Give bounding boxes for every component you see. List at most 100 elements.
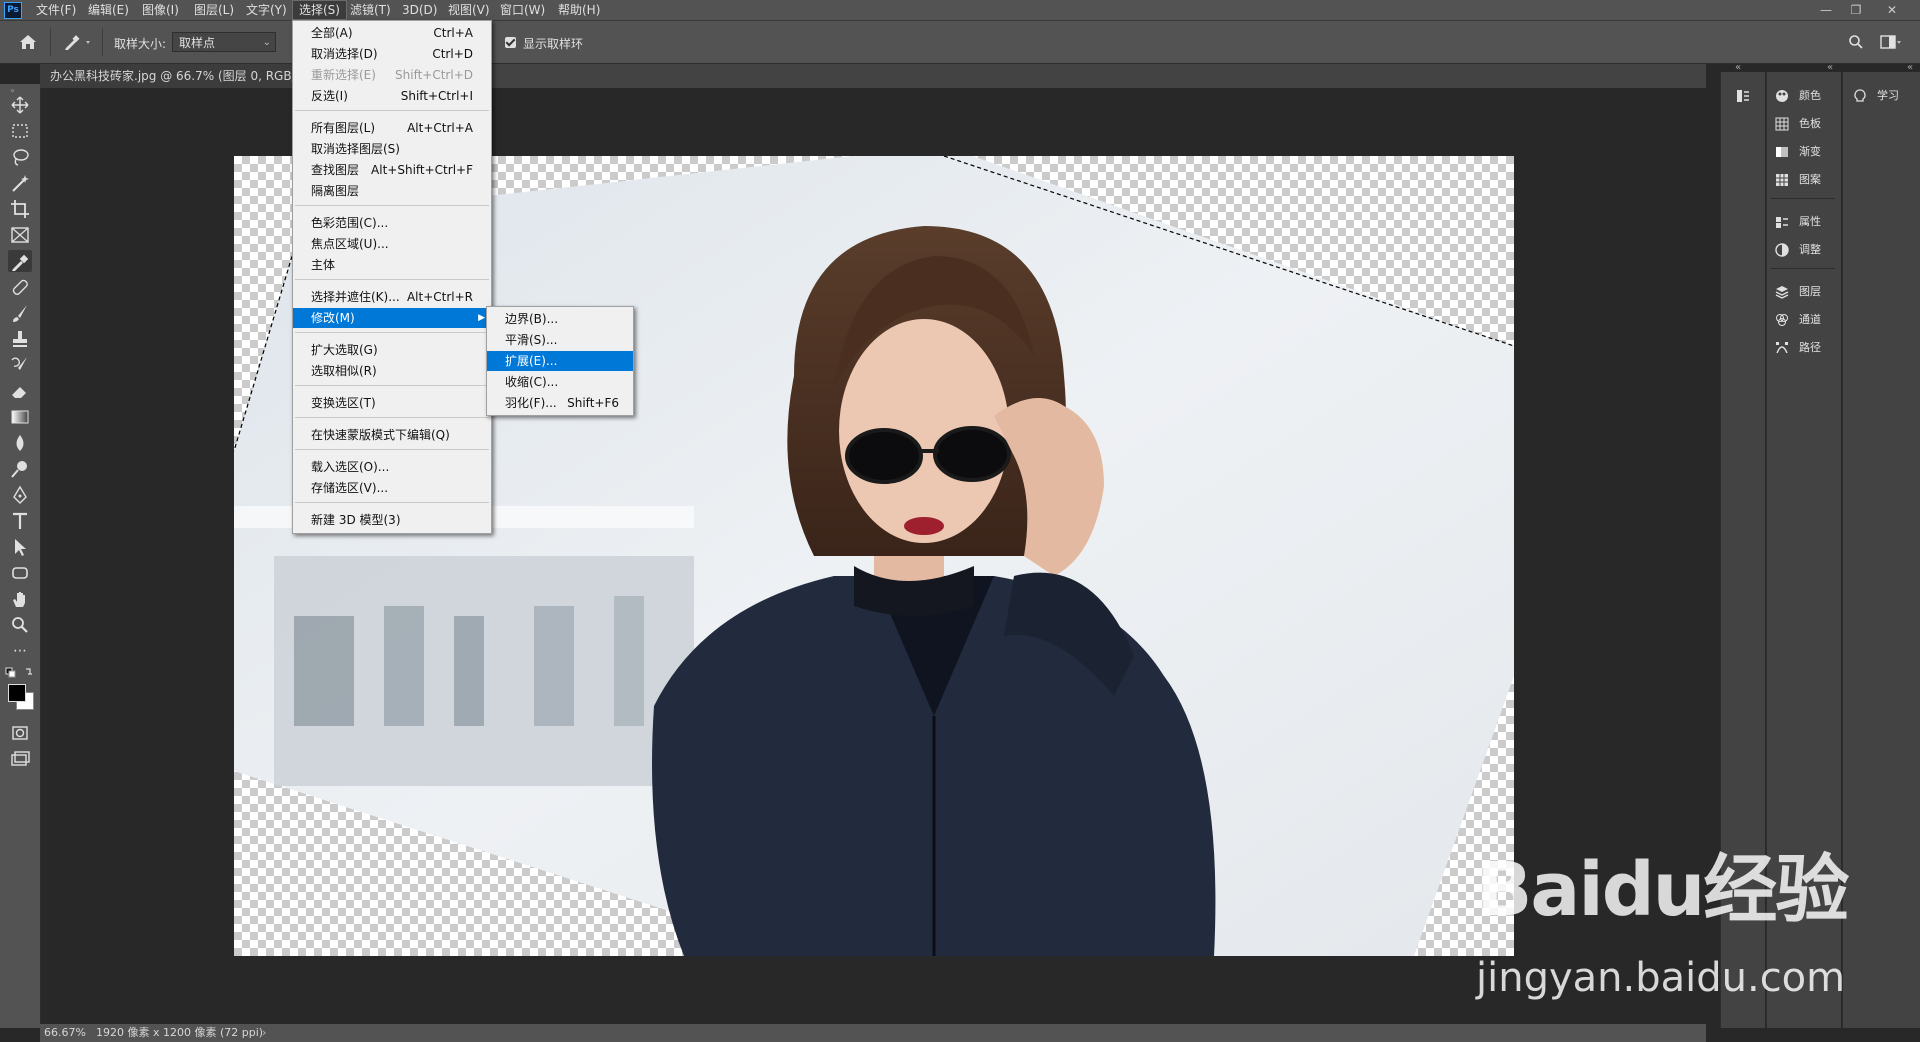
close-icon[interactable]: ✕ [1878, 0, 1906, 20]
dodge-tool-icon[interactable] [8, 458, 32, 480]
panel-learn[interactable]: 学习 [1853, 86, 1899, 106]
crop-tool-icon[interactable] [8, 198, 32, 220]
more-tools-icon[interactable]: ⋯ [8, 640, 32, 662]
sample-size-select[interactable]: 取样点 ⌄ [172, 32, 276, 52]
panel-paths[interactable]: 路径 [1775, 338, 1821, 358]
baidu-watermark-url: jingyan.baidu.com [1476, 955, 1846, 1001]
document-tab[interactable]: 办公黑科技砖家.jpg @ 66.7% (图层 0, RGB/8 [40, 64, 292, 88]
collapse-icon[interactable]: « [1907, 62, 1913, 73]
menu-edit[interactable]: 编辑(E) [82, 0, 135, 20]
menu-layer[interactable]: 图层(L) [188, 0, 240, 20]
separator [102, 28, 103, 56]
menu-item-reselect: 重新选择(E) Shift+Ctrl+D [311, 68, 473, 82]
menu-item-focus-area[interactable]: 焦点区域(U)... [293, 234, 491, 254]
menu-3d[interactable]: 3D(D) [396, 0, 443, 20]
brush-tool-icon[interactable] [8, 302, 32, 324]
panel-gradients[interactable]: 渐变 [1775, 142, 1821, 162]
layers-icon [1775, 286, 1789, 299]
menu-filter[interactable]: 滤镜(T) [344, 0, 397, 20]
menu-item-contract[interactable]: 收缩(C)... [487, 372, 633, 392]
menu-item-quick-mask[interactable]: 在快速蒙版模式下编辑(Q) [293, 425, 491, 445]
pattern-icon [1776, 174, 1788, 186]
restore-icon[interactable]: ❐ [1842, 0, 1870, 20]
hand-tool-icon[interactable] [8, 588, 32, 610]
menu-item-all-layers[interactable]: 所有图层(L) Alt+Ctrl+A [293, 118, 491, 138]
workspace-icon[interactable] [1880, 34, 1902, 53]
default-colors-icon[interactable] [4, 666, 36, 680]
menu-window[interactable]: 窗口(W) [494, 0, 551, 20]
panel-swatches[interactable]: 色板 [1775, 114, 1821, 134]
menu-item-expand[interactable]: 扩展(E)... [487, 351, 633, 371]
magic-wand-tool-icon[interactable] [8, 172, 32, 194]
panel-adjustments[interactable]: 调整 [1775, 240, 1821, 260]
minimize-icon[interactable]: — [1812, 0, 1840, 20]
menu-item-modify[interactable]: 修改(M) ▶ [293, 308, 491, 328]
collapse-icon[interactable]: « [1735, 62, 1741, 73]
menu-separator [295, 449, 489, 450]
menu-image[interactable]: 图像(I) [136, 0, 185, 20]
panel-label: 属性 [1799, 215, 1821, 228]
panel-layers[interactable]: 图层 [1775, 282, 1821, 302]
panel-color[interactable]: 颜色 [1775, 86, 1821, 106]
menu-item-color-range[interactable]: 色彩范围(C)... [293, 213, 491, 233]
panel-patterns[interactable]: 图案 [1775, 170, 1821, 190]
menu-item-deselect[interactable]: 取消选择(D) Ctrl+D [293, 44, 491, 64]
marquee-tool-icon[interactable] [8, 120, 32, 142]
menu-item-border[interactable]: 边界(B)... [487, 309, 633, 329]
path-selection-tool-icon[interactable] [8, 536, 32, 558]
menu-help[interactable]: 帮助(H) [552, 0, 606, 20]
zoom-level[interactable]: 66.67% [44, 1024, 86, 1042]
zoom-tool-icon[interactable] [8, 614, 32, 636]
clone-stamp-tool-icon[interactable] [8, 328, 32, 350]
menu-item-deselect-layers[interactable]: 取消选择图层(S) [293, 139, 491, 159]
menu-item-similar[interactable]: 选取相似(R) [293, 361, 491, 381]
menu-item-select-and-mask[interactable]: 选择并遮住(K)... Alt+Ctrl+R [293, 287, 491, 307]
eraser-tool-icon[interactable] [8, 380, 32, 402]
menu-item-transform-selection[interactable]: 变换选区(T) [293, 393, 491, 413]
menu-item-isolate-layers[interactable]: 隔离图层 [293, 181, 491, 201]
menu-select[interactable]: 选择(S) [292, 0, 347, 20]
panel-label: 路径 [1799, 341, 1821, 354]
panel-properties[interactable]: 属性 [1775, 212, 1821, 232]
menu-type[interactable]: 文字(Y) [240, 0, 293, 20]
menu-file[interactable]: 文件(F) [30, 0, 82, 20]
history-brush-tool-icon[interactable] [8, 354, 32, 376]
chevron-right-icon[interactable]: › [262, 1024, 266, 1042]
gradient-tool-icon[interactable] [8, 406, 32, 428]
separator [50, 28, 51, 56]
healing-brush-tool-icon[interactable] [8, 276, 32, 298]
menu-item-subject[interactable]: 主体 [293, 255, 491, 275]
quick-mask-icon[interactable] [8, 722, 32, 744]
menu-item-load-selection[interactable]: 载入选区(O)... [293, 457, 491, 477]
search-icon[interactable] [1848, 34, 1864, 53]
menu-item-inverse[interactable]: 反选(I) Shift+Ctrl+I [293, 86, 491, 106]
collapse-icon[interactable]: « [1827, 62, 1833, 73]
rectangle-tool-icon[interactable] [8, 562, 32, 584]
panel-label: 通道 [1799, 313, 1821, 326]
frame-tool-icon[interactable] [8, 224, 32, 246]
home-icon[interactable] [16, 31, 40, 53]
lasso-tool-icon[interactable] [8, 146, 32, 168]
panel-label: 颜色 [1799, 89, 1821, 102]
menu-item-save-selection[interactable]: 存储选区(V)... [293, 478, 491, 498]
menu-item-new-3d-model[interactable]: 新建 3D 模型(3) [293, 510, 491, 530]
menu-separator [295, 385, 489, 386]
foreground-color-swatch[interactable] [8, 684, 26, 702]
show-ring-checkbox[interactable] [505, 37, 516, 48]
move-tool-icon[interactable] [8, 94, 32, 116]
menu-item-grow[interactable]: 扩大选取(G) [293, 340, 491, 360]
eyedropper-preset-icon[interactable] [60, 31, 96, 53]
collapse-icon[interactable]: » [10, 86, 30, 95]
eyedropper-tool-icon[interactable] [8, 250, 32, 272]
history-panel-icon[interactable] [1735, 88, 1751, 104]
screen-mode-icon[interactable] [8, 748, 32, 770]
menu-view[interactable]: 视图(V) [442, 0, 496, 20]
type-tool-icon[interactable] [8, 510, 32, 532]
menu-item-feather[interactable]: 羽化(F)... Shift+F6 [487, 393, 633, 413]
pen-tool-icon[interactable] [8, 484, 32, 506]
blur-tool-icon[interactable] [8, 432, 32, 454]
menu-item-select-all[interactable]: 全部(A) Ctrl+A [293, 23, 491, 43]
menu-item-smooth[interactable]: 平滑(S)... [487, 330, 633, 350]
panel-channels[interactable]: 通道 [1775, 310, 1821, 330]
menu-item-find-layers[interactable]: 查找图层 Alt+Shift+Ctrl+F [293, 160, 491, 180]
